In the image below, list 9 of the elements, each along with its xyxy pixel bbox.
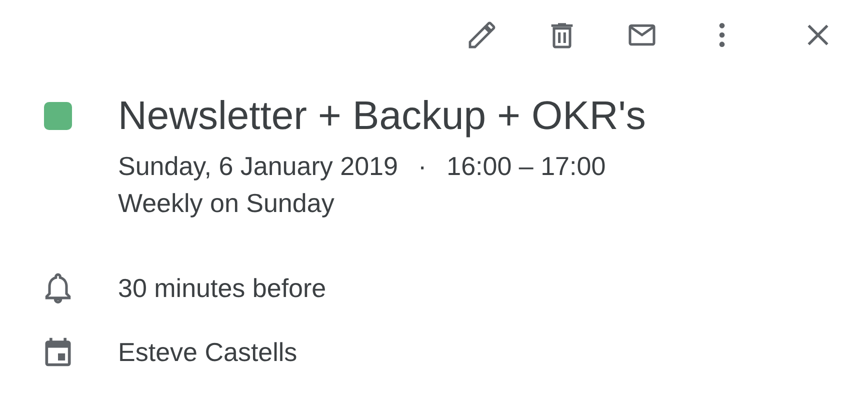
- separator-dot: ·: [418, 150, 427, 183]
- event-time: 16:00 – 17:00: [446, 150, 606, 183]
- event-date: Sunday, 6 January 2019: [118, 150, 398, 183]
- calendar-name: Esteve Castells: [118, 336, 298, 368]
- more-icon: [719, 23, 725, 47]
- edit-icon: [466, 19, 498, 51]
- event-title: Newsletter + Backup + OKR's: [118, 93, 646, 140]
- reminder-text: 30 minutes before: [118, 272, 326, 304]
- recurrence-text: Weekly on Sunday: [118, 187, 336, 220]
